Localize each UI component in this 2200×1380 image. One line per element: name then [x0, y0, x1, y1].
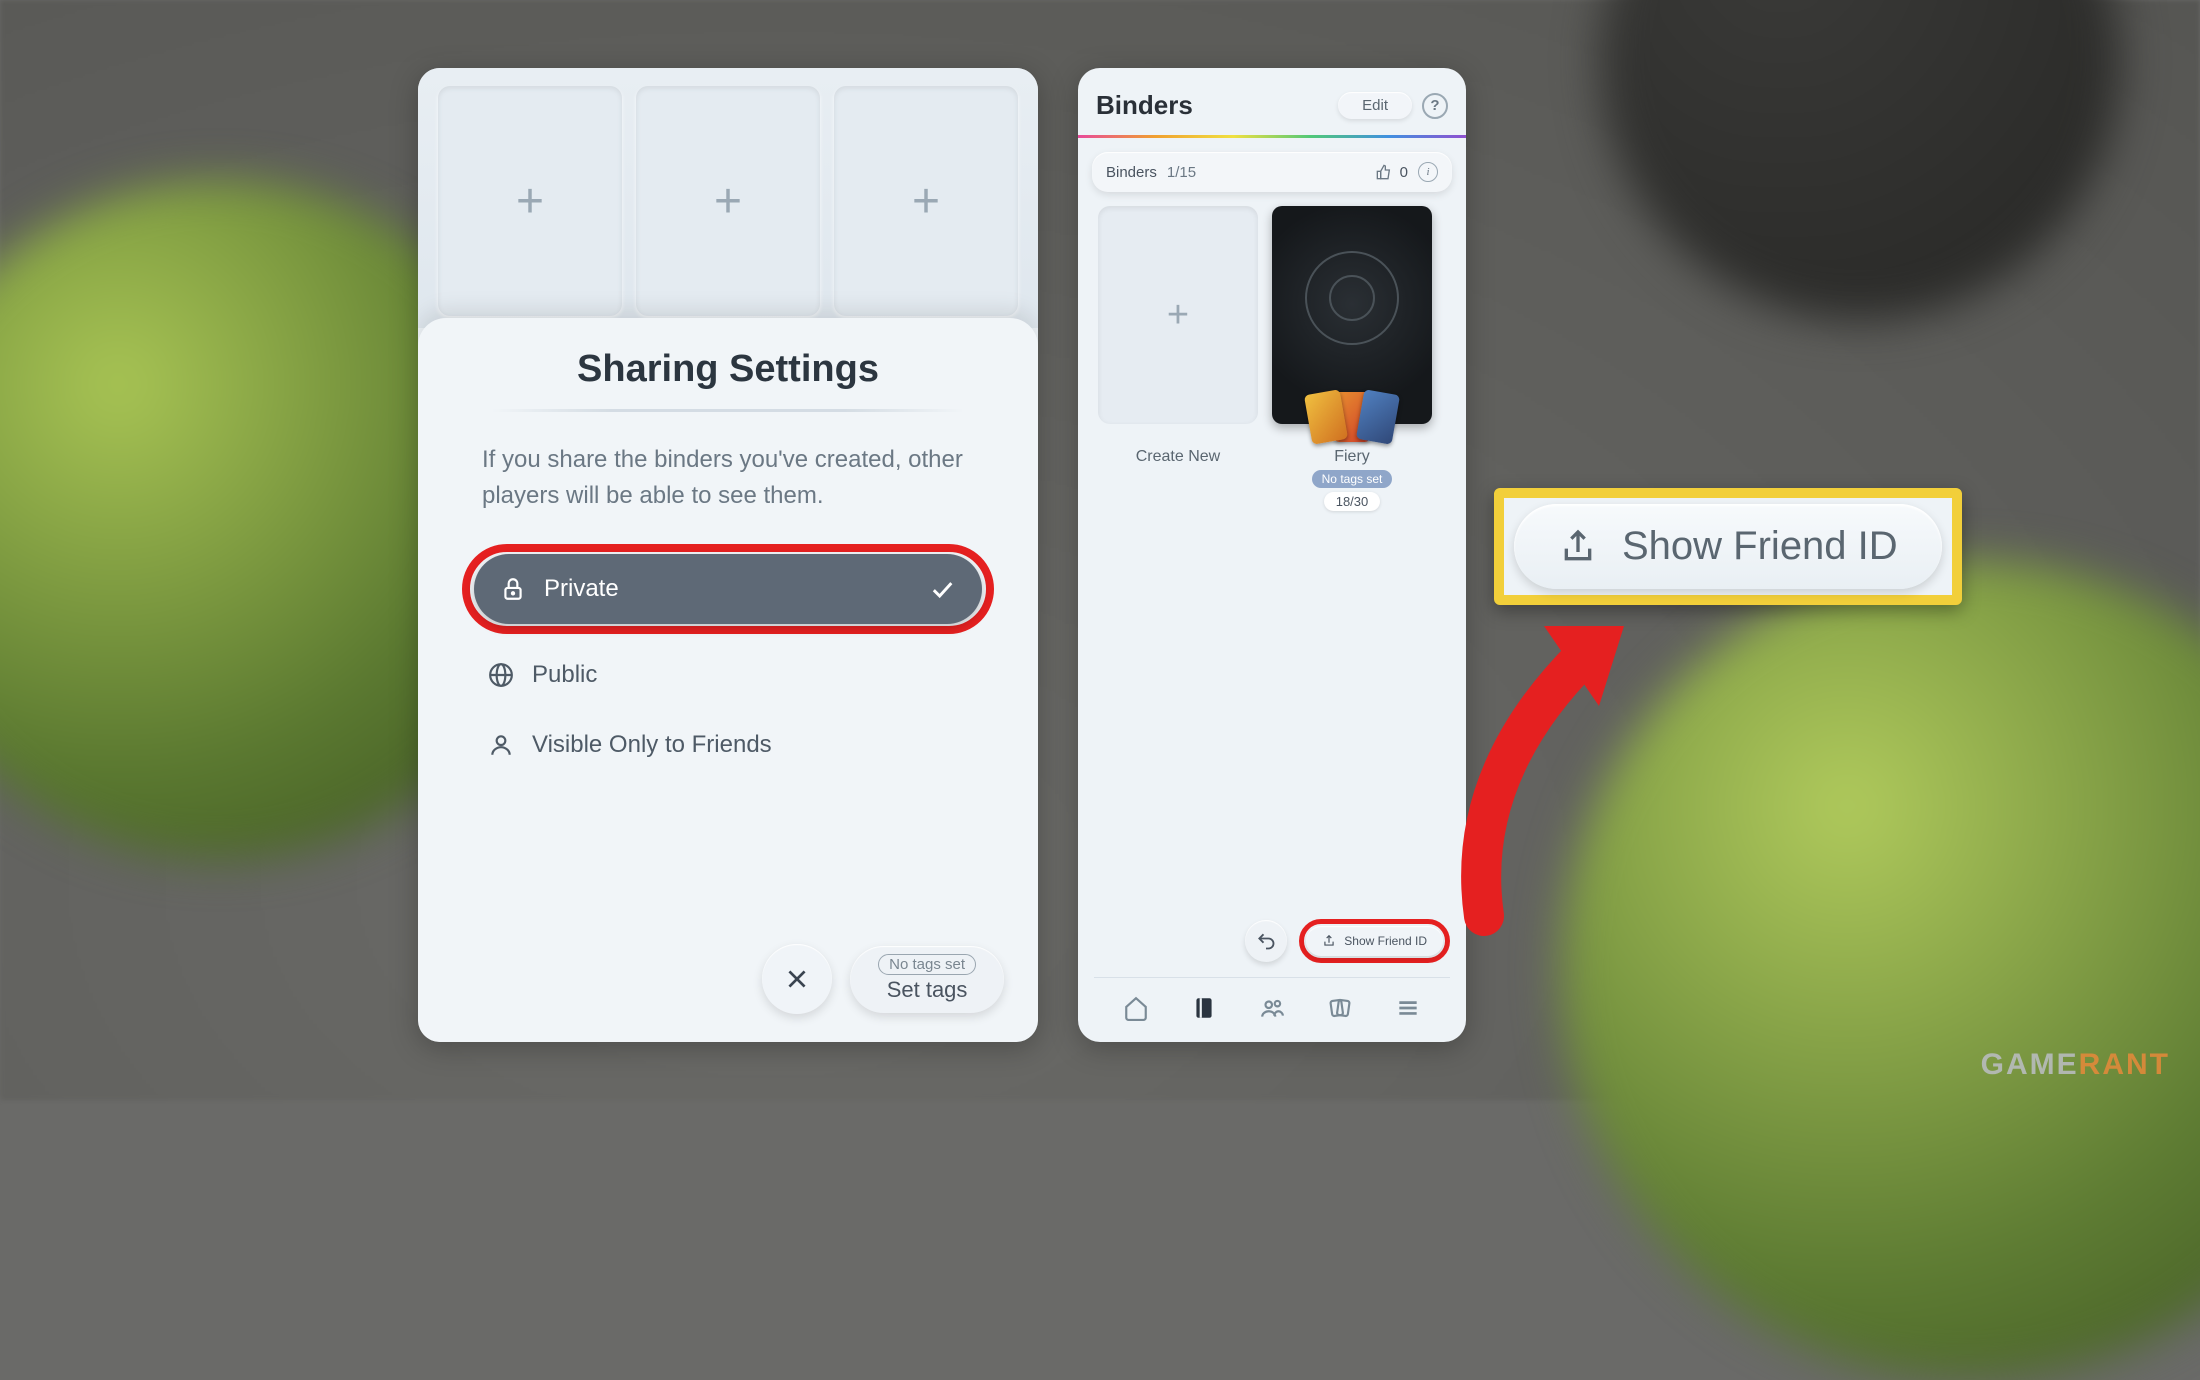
book-icon: [1191, 995, 1217, 1021]
option-label: Private: [544, 575, 619, 603]
share-icon: [1322, 934, 1336, 948]
check-icon: [928, 575, 956, 603]
help-button[interactable]: ?: [1422, 93, 1448, 119]
tab-binders[interactable]: [1184, 990, 1224, 1026]
tab-menu[interactable]: [1388, 990, 1428, 1026]
tab-social[interactable]: [1252, 990, 1292, 1026]
show-friend-id-label: Show Friend ID: [1344, 934, 1427, 948]
callout-button: Show Friend ID: [1514, 504, 1942, 589]
lock-icon: [500, 576, 526, 602]
tab-home[interactable]: [1116, 990, 1156, 1026]
callout: Show Friend ID: [1494, 488, 1962, 605]
option-friends[interactable]: Visible Only to Friends: [462, 710, 994, 780]
highlight-private: Private: [462, 544, 994, 634]
binder-card: Fiery No tags set 18/30: [1272, 206, 1432, 511]
binders-panel: Binders Edit ? Binders 1/15 0 i + Create…: [1078, 68, 1466, 1042]
edit-button[interactable]: Edit: [1338, 92, 1412, 119]
arrow-icon: [1444, 596, 1664, 936]
create-new-card: + Create New: [1098, 206, 1258, 511]
tab-bar: [1094, 977, 1450, 1030]
show-friend-id-button[interactable]: Show Friend ID: [1306, 926, 1443, 956]
no-tags-pill: No tags set: [878, 954, 976, 975]
empty-slots-row: + + +: [418, 68, 1038, 328]
share-icon: [1558, 527, 1598, 567]
people-icon: [1259, 995, 1285, 1021]
sharing-sheet: Sharing Settings If you share the binder…: [418, 318, 1038, 1042]
create-new-button[interactable]: +: [1098, 206, 1258, 424]
empty-slot[interactable]: +: [438, 86, 622, 316]
info-button[interactable]: i: [1418, 162, 1438, 182]
callout-label: Show Friend ID: [1622, 524, 1898, 569]
empty-slot[interactable]: +: [636, 86, 820, 316]
option-public[interactable]: Public: [462, 640, 994, 710]
sharing-title: Sharing Settings: [462, 348, 994, 391]
binder-card-count: 18/30: [1324, 492, 1381, 511]
divider: [492, 409, 964, 412]
binders-header: Binders Edit ?: [1078, 68, 1466, 135]
set-tags-label: Set tags: [887, 977, 968, 1003]
binder-name: Fiery: [1334, 448, 1370, 466]
globe-icon: [488, 662, 514, 688]
binders-subbar: Binders 1/15 0 i: [1092, 152, 1452, 192]
callout-highlight: Show Friend ID: [1494, 488, 1962, 605]
sharing-settings-panel: + + + Sharing Settings If you share the …: [418, 68, 1038, 1042]
thumbs-up-icon: [1376, 164, 1392, 180]
close-button[interactable]: [762, 944, 832, 1014]
empty-slot[interactable]: +: [834, 86, 1018, 316]
card-fan: [1313, 392, 1391, 442]
person-icon: [488, 732, 514, 758]
undo-icon: [1256, 931, 1276, 951]
rainbow-divider: [1078, 135, 1466, 138]
back-button[interactable]: [1245, 920, 1287, 962]
home-icon: [1123, 995, 1149, 1021]
likes[interactable]: 0: [1376, 164, 1408, 181]
like-count: 0: [1400, 164, 1408, 181]
highlight-friend-id: Show Friend ID: [1299, 919, 1450, 963]
tab-cards[interactable]: [1320, 990, 1360, 1026]
binder-cover[interactable]: [1272, 206, 1432, 424]
option-private[interactable]: Private: [474, 554, 982, 624]
sharing-description: If you share the binders you've created,…: [462, 442, 994, 544]
subbar-label: Binders: [1106, 164, 1157, 181]
create-new-label: Create New: [1136, 448, 1220, 466]
option-label: Visible Only to Friends: [532, 731, 772, 759]
option-label: Public: [532, 661, 597, 689]
menu-icon: [1395, 995, 1421, 1021]
binder-count: 1/15: [1167, 164, 1196, 181]
watermark: GAMERANT: [1981, 1048, 2170, 1082]
cards-icon: [1327, 995, 1353, 1021]
close-icon: [784, 966, 810, 992]
binders-title: Binders: [1096, 90, 1328, 121]
set-tags-button[interactable]: No tags set Set tags: [850, 946, 1004, 1013]
binder-tag-pill: No tags set: [1312, 470, 1393, 488]
